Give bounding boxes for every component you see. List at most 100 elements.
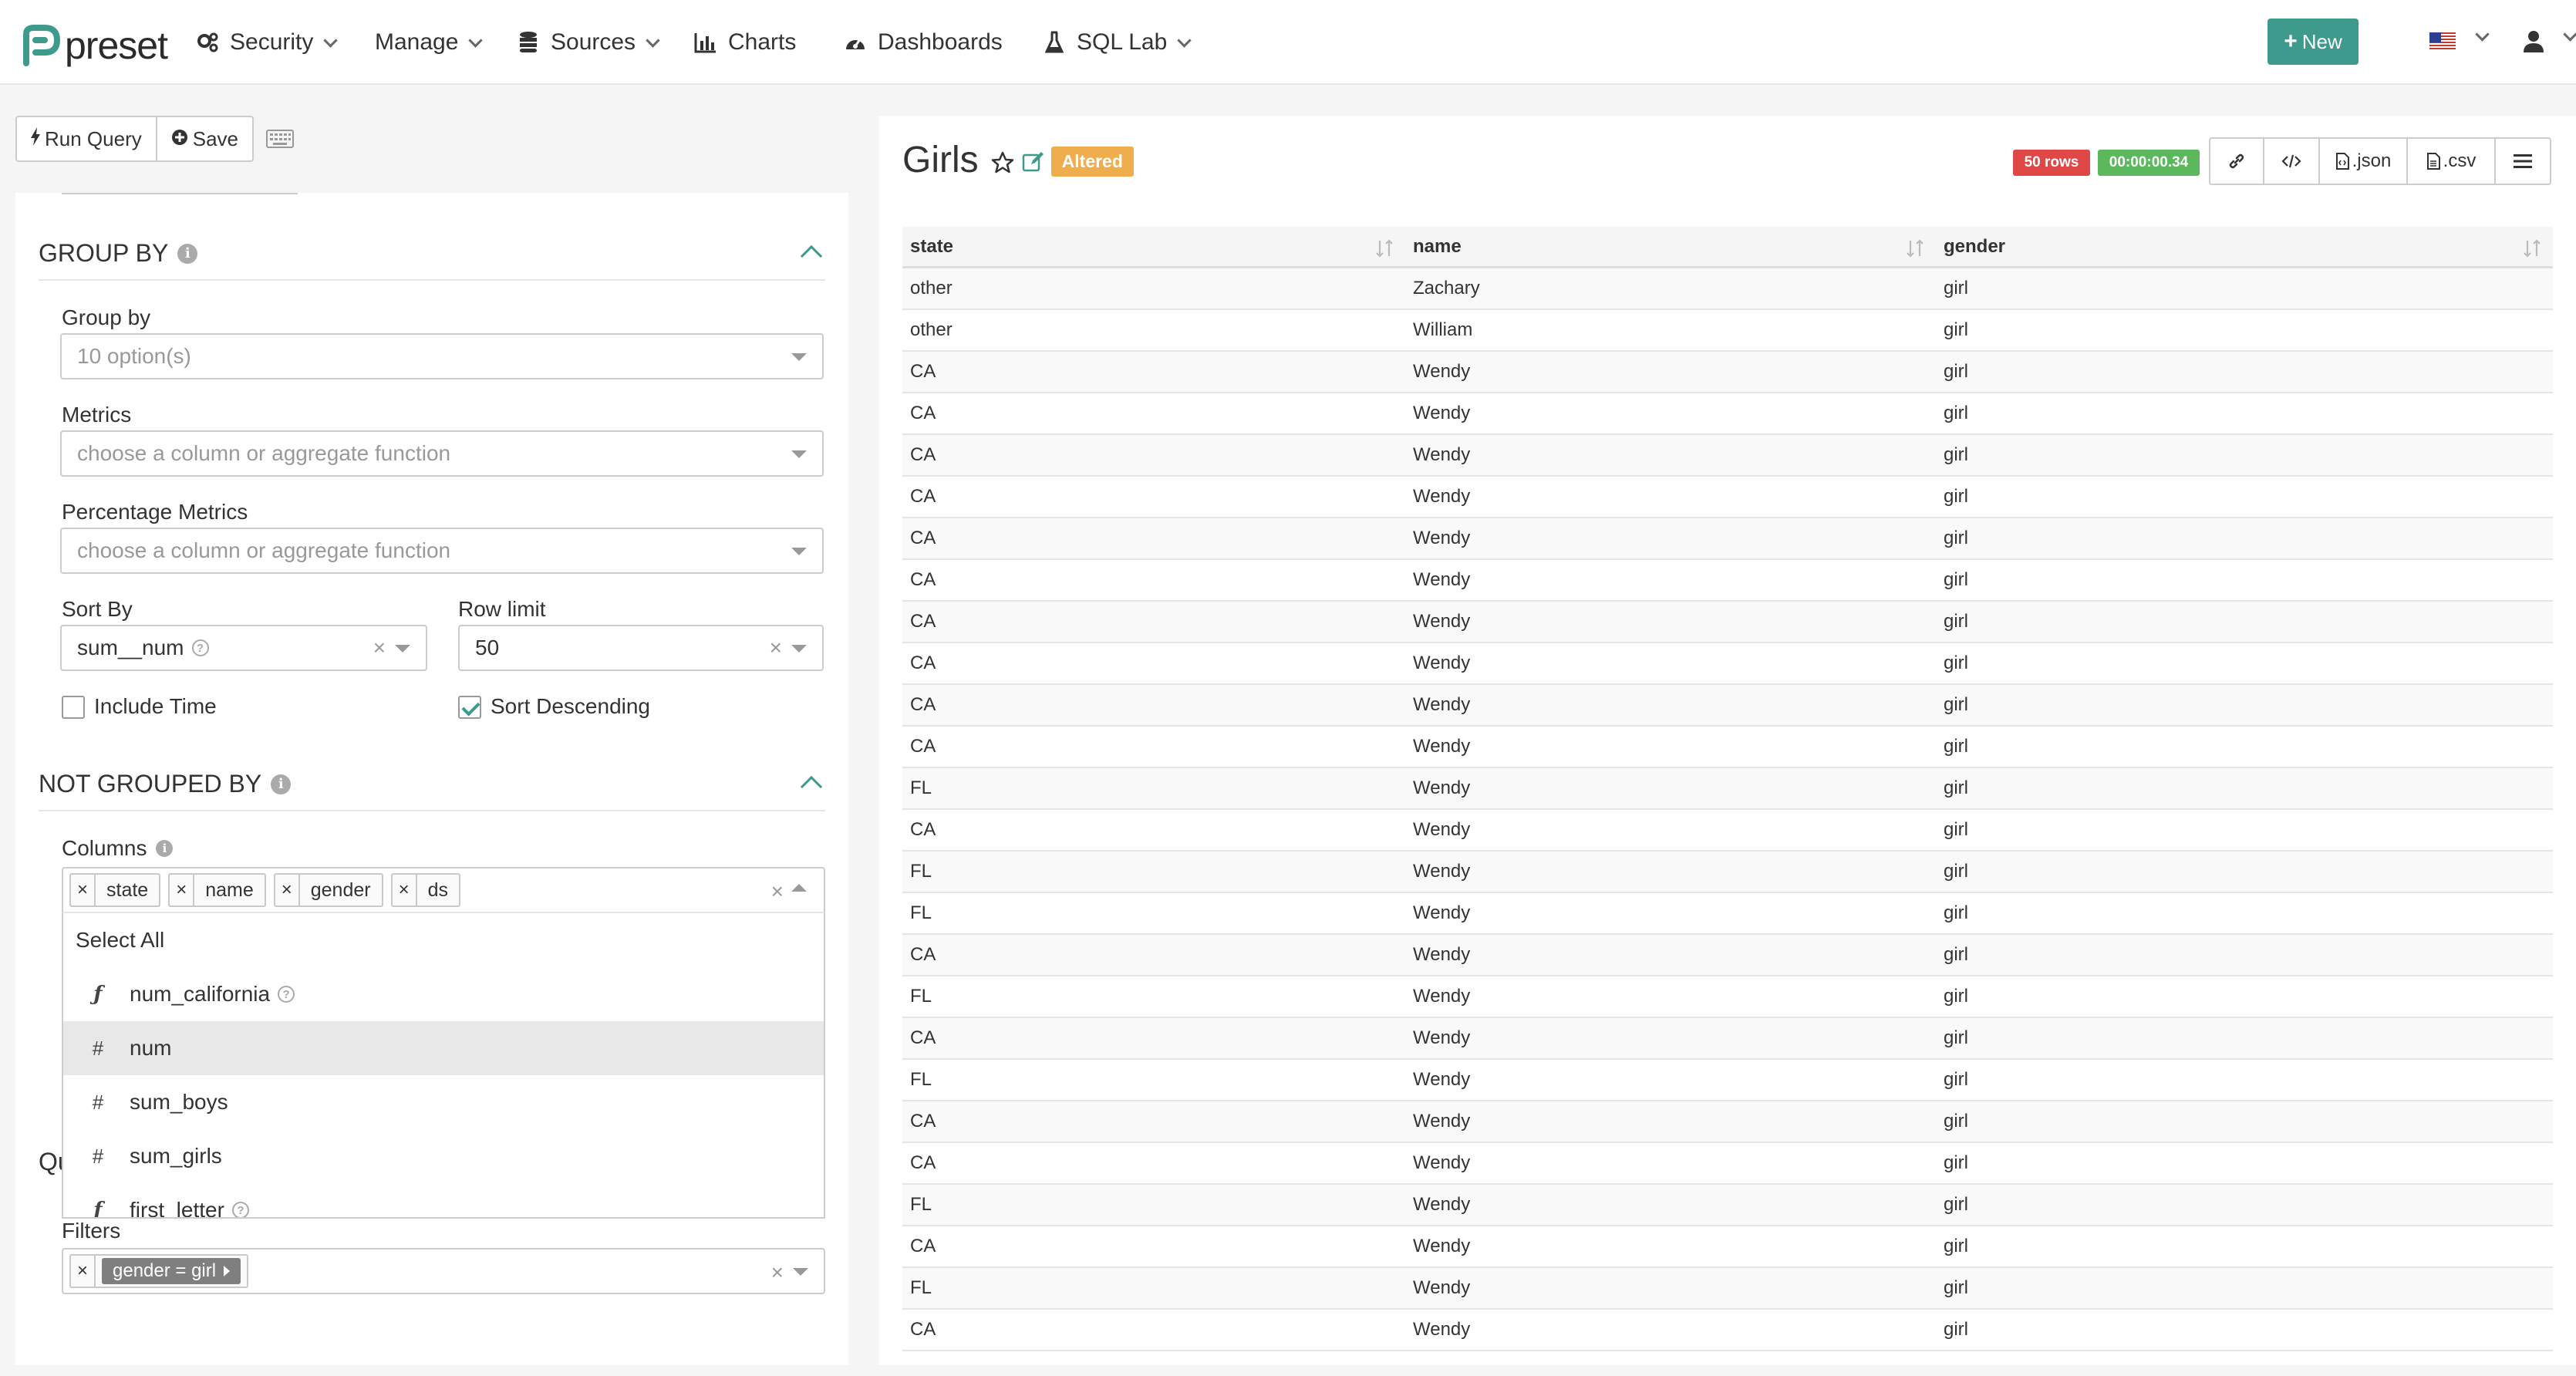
table-row: CA Wendy girl: [902, 1143, 2553, 1185]
percentage-metrics-select[interactable]: choose a column or aggregate function: [60, 528, 824, 574]
chevron-down-icon[interactable]: [2563, 27, 2576, 42]
keyboard-icon[interactable]: [266, 130, 294, 148]
row-limit-value: 50: [475, 636, 500, 659]
column-header-state[interactable]: state: [902, 227, 1405, 266]
filter-pill[interactable]: gender = girl: [102, 1258, 241, 1284]
query-toolbar: Run Query Save: [15, 116, 294, 162]
chevron-down-icon: [323, 32, 339, 48]
sort-icon[interactable]: [2522, 238, 2542, 259]
table-cell-gender: girl: [1944, 361, 1969, 382]
us-flag-icon[interactable]: [2429, 32, 2456, 51]
nav-sql-lab[interactable]: SQL Lab: [1043, 25, 1192, 60]
export-json-button[interactable]: .json: [2320, 137, 2408, 185]
export-json-label: .json: [2352, 150, 2392, 171]
metrics-placeholder: choose a column or aggregate function: [77, 441, 451, 465]
help-icon[interactable]: ?: [278, 986, 295, 1003]
sort-by-select[interactable]: sum__num ? ×: [60, 625, 427, 671]
group-by-title: GROUP BY: [39, 239, 169, 267]
export-csv-button[interactable]: .csv: [2408, 137, 2496, 185]
altered-badge[interactable]: Altered: [1050, 147, 1134, 177]
chevron-down-icon[interactable]: [2475, 27, 2490, 42]
filters-label: Filters: [62, 1219, 121, 1243]
not-grouped-by-section-header[interactable]: NOT GROUPED BY i: [39, 770, 292, 798]
column-header-gender[interactable]: gender: [1936, 227, 2553, 266]
table-cell-state: CA: [910, 1152, 936, 1173]
column-option-sum-girls[interactable]: # sum_girls: [63, 1129, 824, 1183]
star-icon[interactable]: [991, 151, 1014, 174]
column-option-num-california[interactable]: ƒ num_california ?: [63, 967, 824, 1021]
group-by-select[interactable]: 10 option(s): [60, 333, 824, 379]
column-option-first-letter[interactable]: ƒ first_letter ?: [63, 1183, 824, 1217]
option-label: sum_girls: [130, 1144, 222, 1168]
filters-input[interactable]: × gender = girl ×: [62, 1248, 825, 1294]
table-cell-state: FL: [910, 902, 932, 923]
more-options-button[interactable]: [2496, 137, 2551, 185]
caret-up-icon[interactable]: [791, 884, 807, 892]
chevron-down-icon: [1177, 32, 1192, 48]
clear-icon[interactable]: ×: [373, 636, 386, 660]
sort-icon[interactable]: [1905, 238, 1925, 259]
info-icon[interactable]: i: [271, 774, 292, 794]
chevron-up-icon[interactable]: [800, 245, 823, 268]
embed-code-button[interactable]: [2264, 137, 2320, 185]
option-label: num_california: [130, 982, 271, 1006]
run-query-button[interactable]: Run Query: [15, 116, 157, 162]
table-cell-gender: girl: [1944, 1069, 1969, 1090]
select-all-option[interactable]: Select All: [63, 913, 824, 967]
table-cell-state: FL: [910, 1277, 932, 1298]
remove-icon[interactable]: ×: [71, 875, 96, 906]
help-icon[interactable]: ?: [191, 639, 209, 656]
columns-dropdown-menu: Select All ƒ num_california ? # num # su…: [62, 913, 825, 1219]
chevron-down-icon: [468, 32, 484, 48]
table-cell-state: FL: [910, 986, 932, 1007]
column-header-name[interactable]: name: [1405, 227, 1936, 266]
clear-icon[interactable]: ×: [771, 1260, 784, 1285]
nav-charts[interactable]: Charts: [694, 25, 796, 60]
include-time-checkbox[interactable]: [62, 696, 85, 719]
sort-icon[interactable]: [1374, 238, 1394, 259]
save-button[interactable]: Save: [157, 116, 254, 162]
row-limit-select[interactable]: 50 ×: [458, 625, 824, 671]
info-icon[interactable]: i: [177, 243, 198, 264]
sort-descending-checkbox[interactable]: [458, 696, 481, 719]
filter-tag[interactable]: × gender = girl: [69, 1254, 249, 1288]
remove-icon[interactable]: ×: [71, 1256, 96, 1287]
table-row: CA Wendy girl: [902, 560, 2553, 602]
help-icon[interactable]: ?: [231, 1202, 249, 1217]
sort-descending-label: Sort Descending: [491, 694, 651, 718]
column-option-num[interactable]: # num: [63, 1021, 824, 1075]
table-cell-gender: girl: [1944, 777, 1969, 798]
nav-dashboards[interactable]: Dashboards: [844, 25, 1003, 60]
new-button[interactable]: + New: [2267, 19, 2359, 65]
metrics-select[interactable]: choose a column or aggregate function: [60, 430, 824, 477]
remove-icon[interactable]: ×: [275, 875, 300, 906]
columns-multiselect[interactable]: × state × name × gender × ds ×: [62, 867, 825, 913]
clear-icon[interactable]: ×: [770, 636, 782, 660]
copy-link-button[interactable]: [2209, 137, 2264, 185]
nav-sources[interactable]: Sources: [517, 25, 660, 60]
remove-icon[interactable]: ×: [170, 875, 195, 906]
bar-chart-icon: [694, 31, 717, 54]
caret-right-icon: [224, 1266, 231, 1277]
filter-pill-label: gender = girl: [113, 1260, 217, 1281]
table-cell-name: Wendy: [1413, 777, 1471, 798]
nav-manage[interactable]: Manage: [375, 25, 484, 60]
save-label: Save: [192, 126, 238, 150]
percentage-metrics-label: Percentage Metrics: [62, 500, 248, 524]
chart-title[interactable]: Girls: [902, 139, 979, 181]
edit-icon[interactable]: [1022, 150, 1045, 174]
remove-icon[interactable]: ×: [393, 875, 417, 906]
chevron-up-icon[interactable]: [800, 775, 823, 798]
group-by-section-header[interactable]: GROUP BY i: [39, 239, 198, 268]
table-cell-state: CA: [910, 653, 936, 673]
nav-security-label: Security: [230, 29, 314, 55]
preset-logo[interactable]: preset: [19, 23, 168, 68]
clear-all-icon[interactable]: ×: [771, 879, 784, 904]
column-header-label: gender: [1944, 235, 2006, 257]
column-option-sum-boys[interactable]: # sum_boys: [63, 1075, 824, 1129]
table-row: FL Wendy girl: [902, 893, 2553, 935]
user-icon[interactable]: [2522, 29, 2545, 54]
divider: [39, 279, 825, 281]
nav-security[interactable]: Security: [196, 25, 339, 60]
info-icon[interactable]: i: [156, 840, 174, 857]
